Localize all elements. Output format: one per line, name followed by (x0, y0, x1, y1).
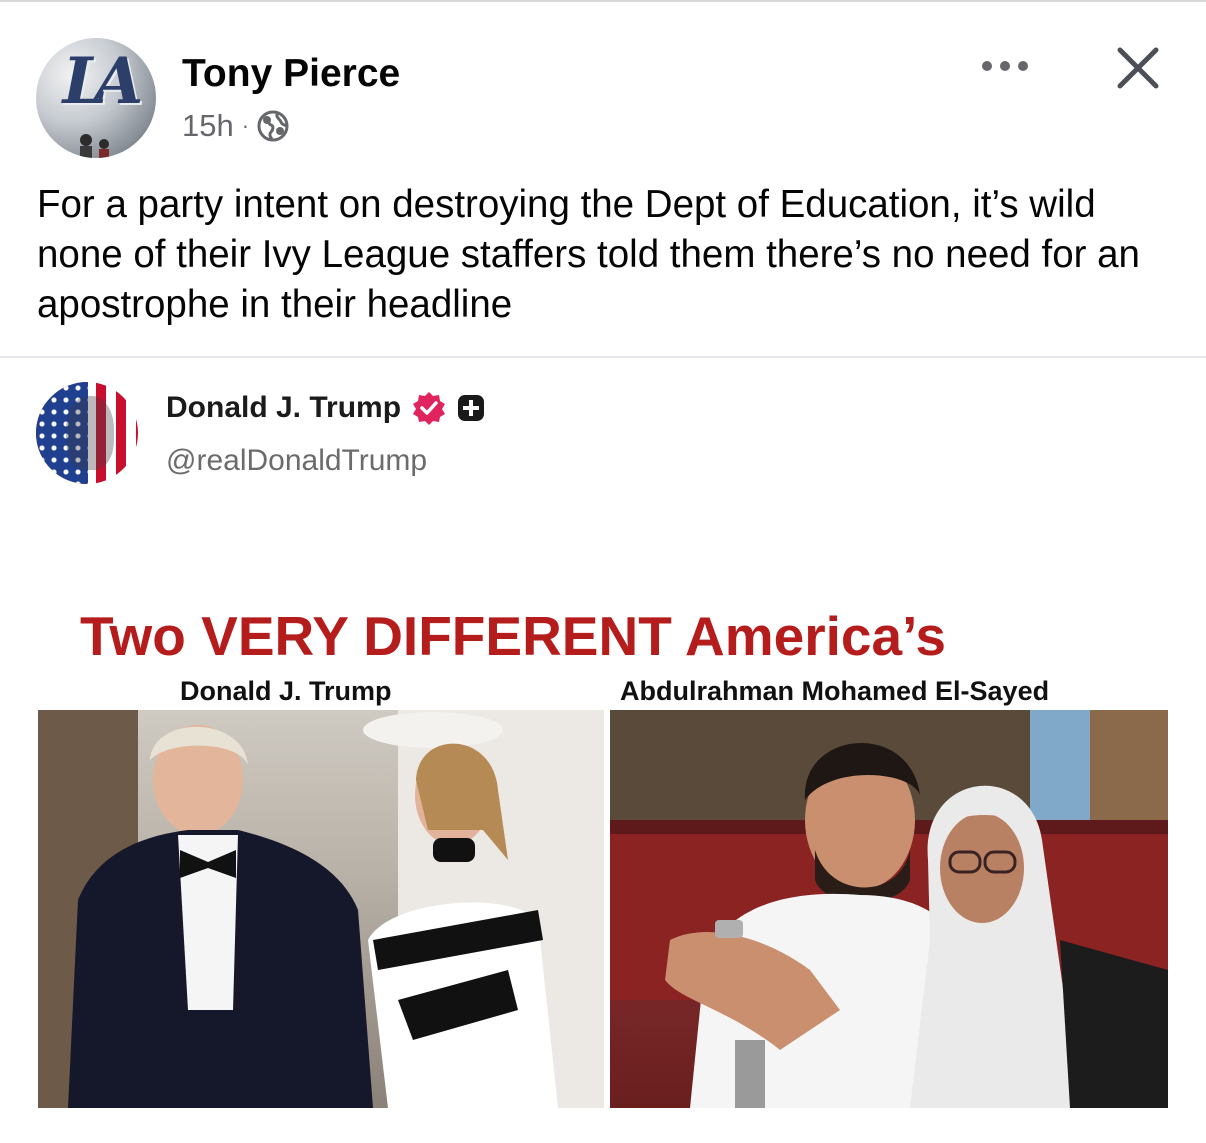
embedded-author-row: Donald J. Trump (166, 390, 485, 426)
more-options-icon[interactable] (980, 55, 1034, 79)
globe-icon (257, 110, 289, 142)
close-icon[interactable] (1112, 42, 1164, 94)
top-divider (0, 0, 1206, 2)
verified-badge-icon (413, 392, 446, 425)
author-name[interactable]: Tony Pierce (182, 52, 400, 96)
post-text: For a party intent on destroying the Dep… (37, 183, 1140, 326)
post-time[interactable]: 15h (182, 108, 234, 144)
author-avatar[interactable]: LA (36, 38, 156, 158)
embedded-author-name[interactable]: Donald J. Trump (166, 391, 401, 425)
post-meta: 15h · (182, 108, 289, 144)
caption-left: Donald J. Trump (180, 676, 392, 706)
avatar-people-graphic (80, 134, 155, 158)
meta-separator: · (241, 113, 250, 138)
embedded-author-avatar[interactable] (36, 382, 138, 484)
caption-right: Abdulrahman Mohamed El-Sayed (620, 676, 1050, 706)
post-divider (0, 356, 1206, 358)
photo-left[interactable] (38, 710, 604, 1108)
avatar-monogram: LA (62, 44, 144, 119)
embedded-author-handle[interactable]: @realDonaldTrump (166, 444, 427, 478)
graphic-headline: Two VERY DIFFERENT America’s (80, 605, 946, 667)
photo-right[interactable] (610, 710, 1168, 1108)
photo-left-illustration (38, 710, 604, 1108)
photo-right-illustration (610, 710, 1168, 1108)
plus-badge-icon (458, 395, 485, 421)
